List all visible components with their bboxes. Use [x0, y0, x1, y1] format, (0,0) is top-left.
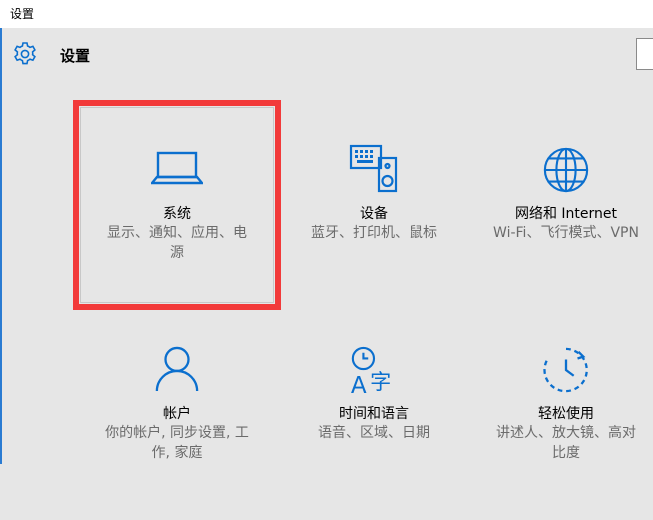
tile-description: Wi-Fi、飞行模式、VPN — [493, 225, 639, 241]
tile-label: 网络和 Internet — [514, 206, 618, 222]
tile-description-2: 比度 — [552, 445, 580, 461]
tile-label: 帐户 — [163, 406, 191, 422]
ease-of-access-icon — [543, 347, 588, 393]
window-left-edge — [0, 28, 2, 464]
search-input[interactable] — [636, 38, 653, 70]
laptop-icon — [151, 151, 203, 185]
tile-label: 设备 — [360, 206, 388, 222]
devices-icon — [349, 144, 398, 193]
person-icon — [155, 346, 199, 392]
page-header: 设置 — [0, 28, 653, 80]
svg-text:A: A — [351, 373, 367, 396]
tile-devices[interactable]: 设备 蓝牙、打印机、鼠标 — [279, 106, 469, 296]
tile-label: 系统 — [163, 206, 191, 222]
gear-icon — [14, 42, 36, 65]
tile-accounts[interactable]: 帐户 你的帐户, 同步设置, 工 作, 家庭 — [79, 330, 275, 520]
time-language-icon: A 字 — [351, 346, 391, 396]
tile-ease-of-access[interactable]: 轻松使用 讲述人、放大镜、高对 比度 — [476, 330, 653, 520]
globe-icon — [543, 147, 589, 193]
tile-description-2: 源 — [170, 245, 184, 261]
svg-text:字: 字 — [370, 369, 391, 394]
tile-description: 讲述人、放大镜、高对 — [496, 425, 636, 441]
tile-description-2: 作, 家庭 — [151, 445, 203, 461]
title-bar: 设置 — [0, 0, 653, 28]
tile-description: 你的帐户, 同步设置, 工 — [105, 425, 249, 441]
window-title: 设置 — [10, 7, 35, 21]
tile-description: 显示、通知、应用、电 — [107, 225, 247, 241]
tile-description: 语音、区域、日期 — [318, 425, 430, 441]
tile-network[interactable]: 网络和 Internet Wi-Fi、飞行模式、VPN — [476, 106, 653, 296]
tile-time-language[interactable]: A 字 时间和语言 语音、区域、日期 — [279, 330, 469, 520]
tile-system[interactable]: 系统 显示、通知、应用、电 源 — [79, 106, 275, 296]
page-title: 设置 — [60, 47, 91, 65]
tile-description: 蓝牙、打印机、鼠标 — [311, 225, 437, 241]
tile-label: 轻松使用 — [538, 406, 594, 422]
tile-label: 时间和语言 — [339, 406, 409, 422]
